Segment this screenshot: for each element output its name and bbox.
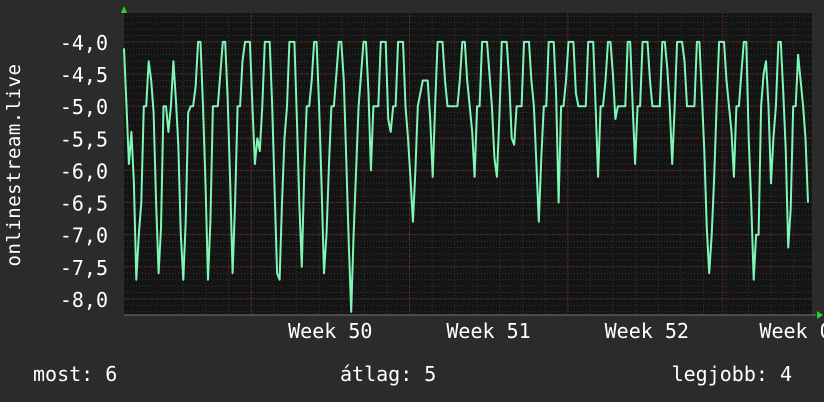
current-value-stat: most: 6 — [33, 362, 118, 386]
y-tick-label: -4,5 — [60, 63, 108, 87]
x-axis-arrow-icon — [817, 311, 823, 319]
average-value-stat: átlag: 5 — [340, 362, 437, 386]
x-tick-label: Week 01 — [759, 319, 824, 343]
y-tick-label: -5,0 — [60, 95, 108, 119]
y-tick-label: -5,5 — [60, 127, 108, 151]
y-tick-label: -6,0 — [60, 159, 108, 183]
y-axis-label-container: onlinestream.live — [0, 0, 30, 402]
x-tick-label: Week 52 — [605, 319, 689, 343]
x-tick-label: Week 51 — [446, 319, 530, 343]
y-tick-label: -4,0 — [60, 31, 108, 55]
y-tick-label: -7,5 — [60, 256, 108, 280]
y-tick-label: -8,0 — [60, 288, 108, 312]
chart: -4,0 -4,5 -5,0 -5,5 -6,0 -6,5 -7,0 -7,5 -8,0 Wee… — [60, 6, 824, 343]
y-tick-label: -6,5 — [60, 192, 108, 216]
best-value-stat: legjobb: 4 — [671, 362, 792, 386]
y-axis-label: onlinestream.live — [3, 63, 25, 267]
x-tick-label: Week 50 — [288, 319, 372, 343]
y-tick-label: -7,0 — [60, 224, 108, 248]
x-axis: Week 50 Week 51 Week 52 Week 01 — [288, 319, 824, 343]
y-axis-arrow-icon — [121, 6, 127, 13]
y-axis: -4,0 -4,5 -5,0 -5,5 -6,0 -6,5 -7,0 -7,5 -8,0 — [60, 31, 108, 312]
